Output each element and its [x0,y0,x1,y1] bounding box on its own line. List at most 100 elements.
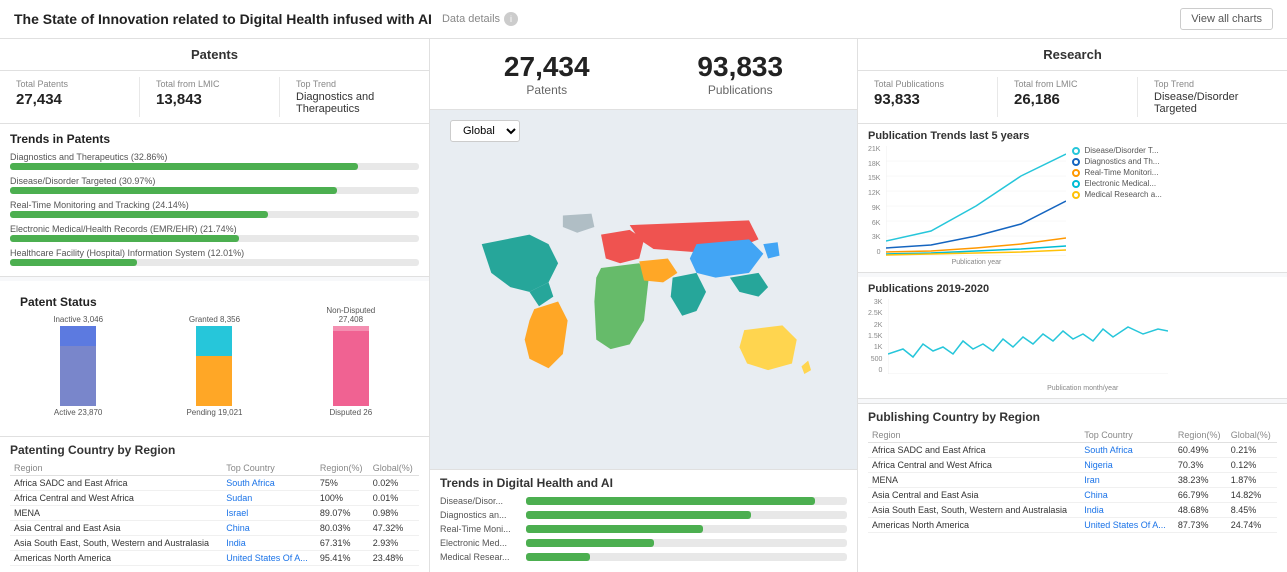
patents-panel-title: Patents [0,39,429,71]
table-cell[interactable]: United States Of A... [1080,518,1174,533]
horiz-trend-label: Electronic Med... [440,538,520,548]
research-lmic-value: 26,186 [1014,91,1131,108]
table-cell: 23.48% [369,551,419,566]
pub-trends-svg: 2016 2017 2018 2019 2020 [886,146,1066,256]
col-region-pct: Region(%) [316,461,369,476]
africa [594,263,648,349]
view-all-charts-button[interactable]: View all charts [1180,8,1273,30]
table-cell: 66.79% [1174,488,1227,503]
table-cell[interactable]: India [222,536,316,551]
patent-trend-item: Healthcare Facility (Hospital) Informati… [0,246,429,270]
table-cell: 89.07% [316,506,369,521]
table-cell: MENA [868,473,1080,488]
table-cell[interactable]: Iran [1080,473,1174,488]
info-icon[interactable]: i [504,12,518,26]
patents-stats-row: Total Patents 27,434 Total from LMIC 13,… [0,71,429,124]
table-cell: 14.82% [1227,488,1277,503]
horiz-trend-item: Medical Resear... [440,552,847,562]
patent-trend-item: Diagnostics and Therapeutics (32.86%) [0,150,429,174]
new-zealand [801,360,811,373]
horiz-bar-bg [526,511,847,519]
inactive-label: Inactive 3,046 [53,315,103,324]
table-cell: Asia South East, South, Western and Aust… [10,536,222,551]
table-cell: Africa SADC and East Africa [10,476,222,491]
horiz-bar-fill [526,525,703,533]
publishing-country-section: Publishing Country by Region Region Top … [858,403,1287,572]
research-stats-row: Total Publications 93,833 Total from LMI… [858,71,1287,124]
granted-segment [196,326,232,356]
south-america [524,301,567,368]
table-cell[interactable]: China [1080,488,1174,503]
table-cell: 67.31% [316,536,369,551]
table-cell[interactable]: United States Of A... [222,551,316,566]
world-map [430,152,857,469]
table-row: Asia Central and East AsiaChina80.03%47.… [10,521,419,536]
china [689,239,763,277]
table-cell: 60.49% [1174,443,1227,458]
trend-bar-bg [10,259,419,266]
table-cell: Asia Central and East Asia [868,488,1080,503]
pub-trends-legend: Disease/Disorder T... Diagnostics and Th… [1072,146,1162,266]
trend-bar-bg [10,187,419,194]
table-row: Asia South East, South, Western and Aust… [868,503,1277,518]
publishing-country-title: Publishing Country by Region [868,410,1277,424]
table-cell[interactable]: South Africa [1080,443,1174,458]
table-row: Africa Central and West AfricaNigeria70.… [868,458,1277,473]
table-cell[interactable]: Sudan [222,491,316,506]
big-patents-label: Patents [504,83,590,97]
table-cell: 38.23% [1174,473,1227,488]
data-details-label: Data details i [442,12,518,26]
table-cell: 2.93% [369,536,419,551]
granted-label: Granted 8,356 [189,315,240,324]
total-pubs-label: Total Publications [874,79,991,89]
horiz-bar-bg [526,539,847,547]
patents-top-trend-stat: Top Trend Diagnostics and Therapeutics [290,77,419,117]
patents-lmic-value: 13,843 [156,91,273,108]
table-cell[interactable]: South Africa [222,476,316,491]
horiz-trend-item: Electronic Med... [440,538,847,548]
horiz-bar-fill [526,553,590,561]
pub-trends-title: Publication Trends last 5 years [868,130,1277,142]
horiz-trend-label: Disease/Disor... [440,496,520,506]
inactive-segment [60,326,96,346]
patenting-country-title: Patenting Country by Region [10,443,419,457]
patent-trend-item: Real-Time Monitoring and Tracking (24.14… [0,198,429,222]
total-patents-label: Total Patents [16,79,133,89]
table-cell: 24.74% [1227,518,1277,533]
table-cell[interactable]: Nigeria [1080,458,1174,473]
horiz-bar-bg [526,553,847,561]
global-select[interactable]: Global [450,120,520,142]
table-row: Americas North AmericaUnited States Of A… [868,518,1277,533]
trend-bar-fill [10,235,239,242]
patents-top-trend-value: Diagnostics and Therapeutics [296,91,413,115]
patenting-table: Region Top Country Region(%) Global(%) A… [10,461,419,566]
table-cell[interactable]: China [222,521,316,536]
table-cell: 0.01% [369,491,419,506]
table-cell: Africa SADC and East Africa [868,443,1080,458]
table-cell[interactable]: Israel [222,506,316,521]
table-row: MENAIsrael89.07%0.98% [10,506,419,521]
table-cell: 75% [316,476,369,491]
total-pubs-value: 93,833 [874,91,991,108]
big-patents-num: 27,434 [504,51,590,83]
pubs-2019-title: Publications 2019-2020 [868,283,1277,295]
nondisputed-disputed-bar: Non-Disputed 27,408 Disputed 26 [321,306,381,417]
horiz-bar-fill [526,539,654,547]
disputed-label: Disputed 26 [329,408,372,417]
active-label: Active 23,870 [54,408,102,417]
table-cell: 100% [316,491,369,506]
horiz-trend-item: Disease/Disor... [440,496,847,506]
table-cell[interactable]: India [1080,503,1174,518]
table-cell: Africa Central and West Africa [10,491,222,506]
research-lmic-stat: Total from LMIC 26,186 [1008,77,1138,117]
legend-electronic [1072,180,1080,188]
table-row: Asia Central and East AsiaChina66.79%14.… [868,488,1277,503]
table-cell: Asia South East, South, Western and Aust… [868,503,1080,518]
pubs-2019-svg: Jan-19 Apr-19 Jul-19 Oct-19 Jan-20 Apr-2… [888,299,1168,374]
research-panel: Research Total Publications 93,833 Total… [857,39,1287,572]
legend-realtime [1072,169,1080,177]
patent-trends-list: Diagnostics and Therapeutics (32.86%) Di… [0,150,429,270]
trend-bar-fill [10,259,137,266]
horiz-bar-bg [526,497,847,505]
trend-bar-fill [10,163,358,170]
